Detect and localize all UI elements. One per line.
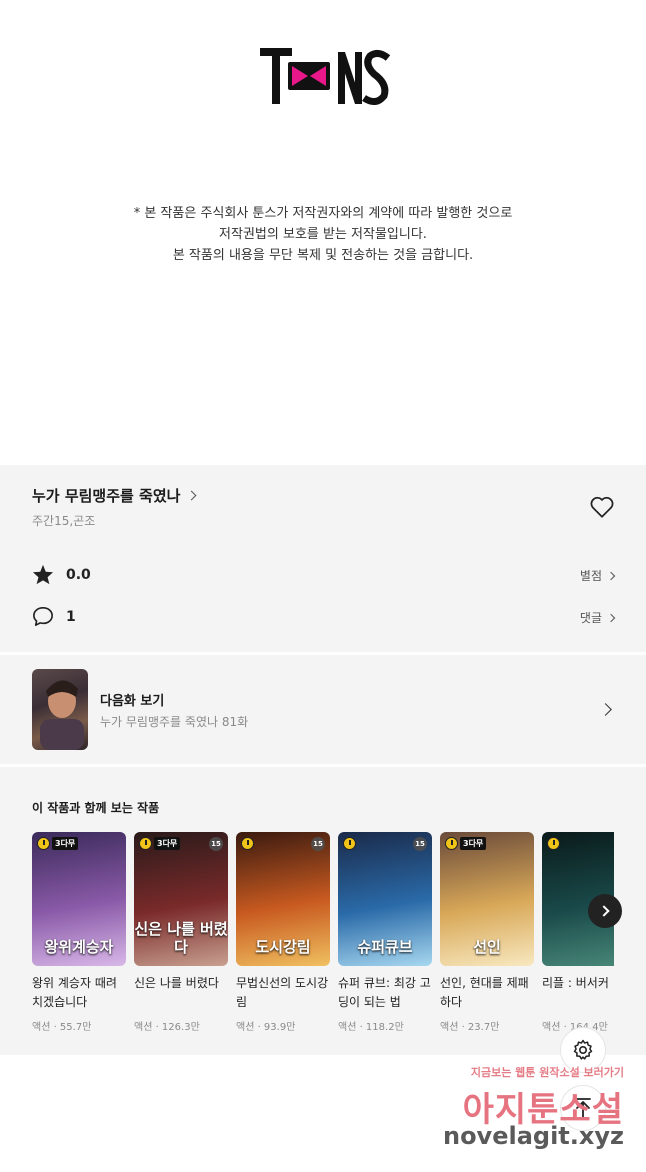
recommendation-meta: 액션 · 118.2만: [338, 1022, 404, 1032]
free-badge: 3다무: [460, 837, 487, 850]
recommendation-title: 무법신선의 도시강림: [236, 976, 329, 1009]
chevron-right-icon: [606, 613, 616, 622]
rating-row: 0.0: [32, 564, 91, 585]
clock-icon: [37, 837, 50, 850]
recommendation-cover: 15 슈퍼큐브: [338, 832, 432, 966]
recommendation-cover: 15 도시강림: [236, 832, 330, 966]
cover-title-art: 선인: [473, 938, 501, 956]
recommendation-title: 슈퍼 큐브: 최강 고딩이 되는 법: [338, 976, 431, 1009]
recommendation-item[interactable]: 리플 : 버서커 액션 · 164.4만: [542, 832, 614, 1032]
watermark-tagline: 지금보는 웹툰 원작소설 보러가기: [470, 1066, 624, 1079]
recommendation-item[interactable]: 15 슈퍼큐브슈퍼 큐브: 최강 고딩이 되는 법액션 · 118.2만: [338, 832, 432, 1032]
rating-link[interactable]: 별점: [579, 567, 616, 584]
comments-link-label: 댓글: [579, 611, 602, 625]
age-rating-badge: 15: [209, 837, 223, 851]
comments-link[interactable]: 댓글: [579, 609, 616, 626]
recommendation-item[interactable]: 3다무 15 신은 나를 버렸다 신은 나를 버렸다 액션 · 126.3만: [134, 832, 228, 1032]
comment-count: 1: [66, 608, 76, 625]
free-badge: 3다무: [154, 837, 181, 850]
clock-icon: [343, 837, 356, 850]
chevron-right-icon: [606, 571, 616, 580]
recommendation-title: 리플 : 버서커: [542, 976, 609, 990]
rating-link-label: 별점: [579, 569, 602, 583]
series-title: 누가 무림맹주를 죽였나: [32, 487, 181, 505]
recommendation-meta: 액션 · 93.9만: [236, 1022, 296, 1032]
recommendation-meta: 액션 · 23.7만: [440, 1022, 500, 1032]
recommendation-item[interactable]: 3다무왕위계승자왕위 계승자 때려치겠습니다액션 · 55.7만: [32, 832, 126, 1032]
gear-icon: [573, 1039, 593, 1060]
clock-icon: [547, 837, 560, 850]
series-title-link[interactable]: 누가 무림맹주를 죽였나: [32, 485, 197, 506]
next-episode-label: 다음화 보기: [100, 694, 165, 709]
free-badge: 3다무: [52, 837, 79, 850]
recommendations-heading: 이 작품과 함께 보는 작품: [32, 801, 160, 815]
star-icon: [32, 564, 54, 585]
notice-line: * 본 작품은 주식회사 툰스가 저작권자와의 계약에 따라 발행한 것으로: [133, 206, 513, 221]
watermark-url: novelagit.xyz: [442, 1122, 624, 1150]
cover-title-art: 도시강림: [255, 938, 311, 956]
chevron-right-icon: [187, 490, 197, 501]
divider: [0, 764, 646, 767]
carousel-next-button[interactable]: [588, 894, 622, 928]
recommendation-cover: 3다무선인: [440, 832, 534, 966]
notice-line: 본 작품의 내용을 무단 복제 및 전송하는 것을 금합니다.: [172, 248, 474, 263]
rating-value: 0.0: [66, 566, 91, 583]
series-subtitle: 주간15,곤조: [32, 514, 96, 528]
age-rating-badge: 15: [311, 837, 325, 851]
recommendation-meta: 액션 · 126.3만: [134, 1022, 200, 1032]
recommendation-title: 왕위 계승자 때려치겠습니다: [32, 976, 117, 1009]
next-episode-thumbnail: [32, 669, 88, 750]
recommendation-item[interactable]: 3다무선인선인, 현대를 제패하다액션 · 23.7만: [440, 832, 534, 1032]
recommendation-title: 선인, 현대를 제패하다: [440, 976, 529, 1009]
header-area: * 본 작품은 주식회사 툰스가 저작권자와의 계약에 따라 발행한 것으로 저…: [0, 0, 646, 465]
divider: [0, 652, 646, 655]
age-rating-badge: 15: [413, 837, 427, 851]
clock-icon: [139, 837, 152, 850]
copyright-notice: * 본 작품은 주식회사 툰스가 저작권자와의 계약에 따라 발행한 것으로 저…: [0, 203, 646, 266]
recommendation-cover: 3다무왕위계승자: [32, 832, 126, 966]
comment-row: 1: [32, 606, 76, 627]
cover-title-art: 슈퍼큐브: [357, 938, 413, 956]
recommendations-carousel: 3다무 왕위계승자 왕위 계승자 때려치겠습니다 액션 · 55.7만 3다무 15 신은 …: [32, 832, 614, 1032]
recommendation-cover: 3다무 15 신은 나를 버렸다: [134, 832, 228, 966]
clock-icon: [445, 837, 458, 850]
recommendation-item[interactable]: 15 도시강림무법신선의 도시강림액션 · 93.9만: [236, 832, 330, 1032]
toons-logo: [260, 48, 391, 105]
cover-title-art: 왕위계승자: [44, 938, 114, 956]
clock-icon: [241, 837, 254, 850]
notice-line: 저작권법의 보호를 받는 저작물입니다.: [219, 227, 427, 242]
heart-icon[interactable]: [589, 495, 615, 519]
cover-title-art: 신은 나를 버렸다: [134, 920, 228, 956]
recommendation-meta: 액션 · 55.7만: [32, 1022, 92, 1032]
next-episode-subtitle: 누가 무림맹주를 죽였나 81화: [100, 715, 249, 729]
comment-icon: [33, 607, 53, 626]
recommendation-title: 신은 나를 버렸다: [134, 976, 219, 990]
chevron-right-icon: [597, 905, 610, 917]
